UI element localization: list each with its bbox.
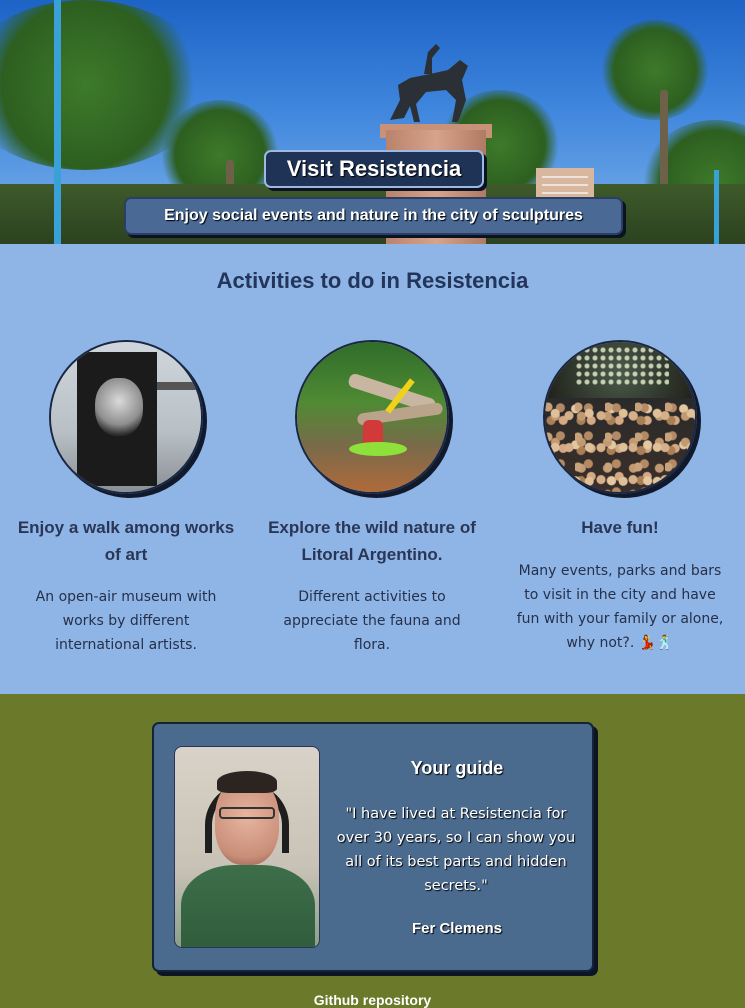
guide-avatar	[174, 746, 320, 948]
guide-title: Your guide	[410, 758, 504, 778]
sculpture-photo	[49, 340, 203, 494]
activities-heading: Activities to do in Resistencia	[216, 268, 529, 293]
activity-card-title: Enjoy a walk among works of art	[17, 518, 235, 564]
activities-section: Activities to do in Resistencia Enjoy a …	[0, 244, 745, 694]
guide-section: Your guide "I have lived at Resistencia …	[0, 694, 745, 1008]
activity-card-text: Many events, parks and bars to visit in …	[516, 563, 724, 651]
activity-card-fun: Have fun! Many events, parks and bars to…	[500, 340, 740, 655]
activity-card-title: Explore the wild nature of Litoral Argen…	[268, 518, 476, 564]
palm-tree-image	[600, 20, 710, 120]
guide-card: Your guide "I have lived at Resistencia …	[152, 722, 594, 972]
guide-quote: "I have lived at Resistencia for over 30…	[336, 806, 576, 894]
street-pole	[54, 0, 61, 244]
activity-card-nature: Explore the wild nature of Litoral Argen…	[252, 340, 492, 657]
page-subtitle: Enjoy social events and nature in the ci…	[124, 197, 623, 235]
activity-card-text: An open-air museum with works by differe…	[35, 589, 217, 653]
activity-card-text: Different activities to appreciate the f…	[283, 589, 461, 653]
page-title: Visit Resistencia	[264, 150, 484, 188]
activity-card-art: Enjoy a walk among works of art An open-…	[6, 340, 246, 657]
github-repository-link[interactable]: Github repository	[0, 992, 745, 1008]
hero-banner: Visit Resistencia Enjoy social events an…	[0, 0, 745, 244]
guide-name: Fer Clemens	[411, 920, 503, 937]
kayak-photo	[295, 340, 449, 494]
street-pole	[714, 170, 719, 244]
party-crowd-photo	[543, 340, 697, 494]
equestrian-statue-icon	[390, 44, 468, 122]
activity-card-title: Have fun!	[581, 518, 659, 537]
